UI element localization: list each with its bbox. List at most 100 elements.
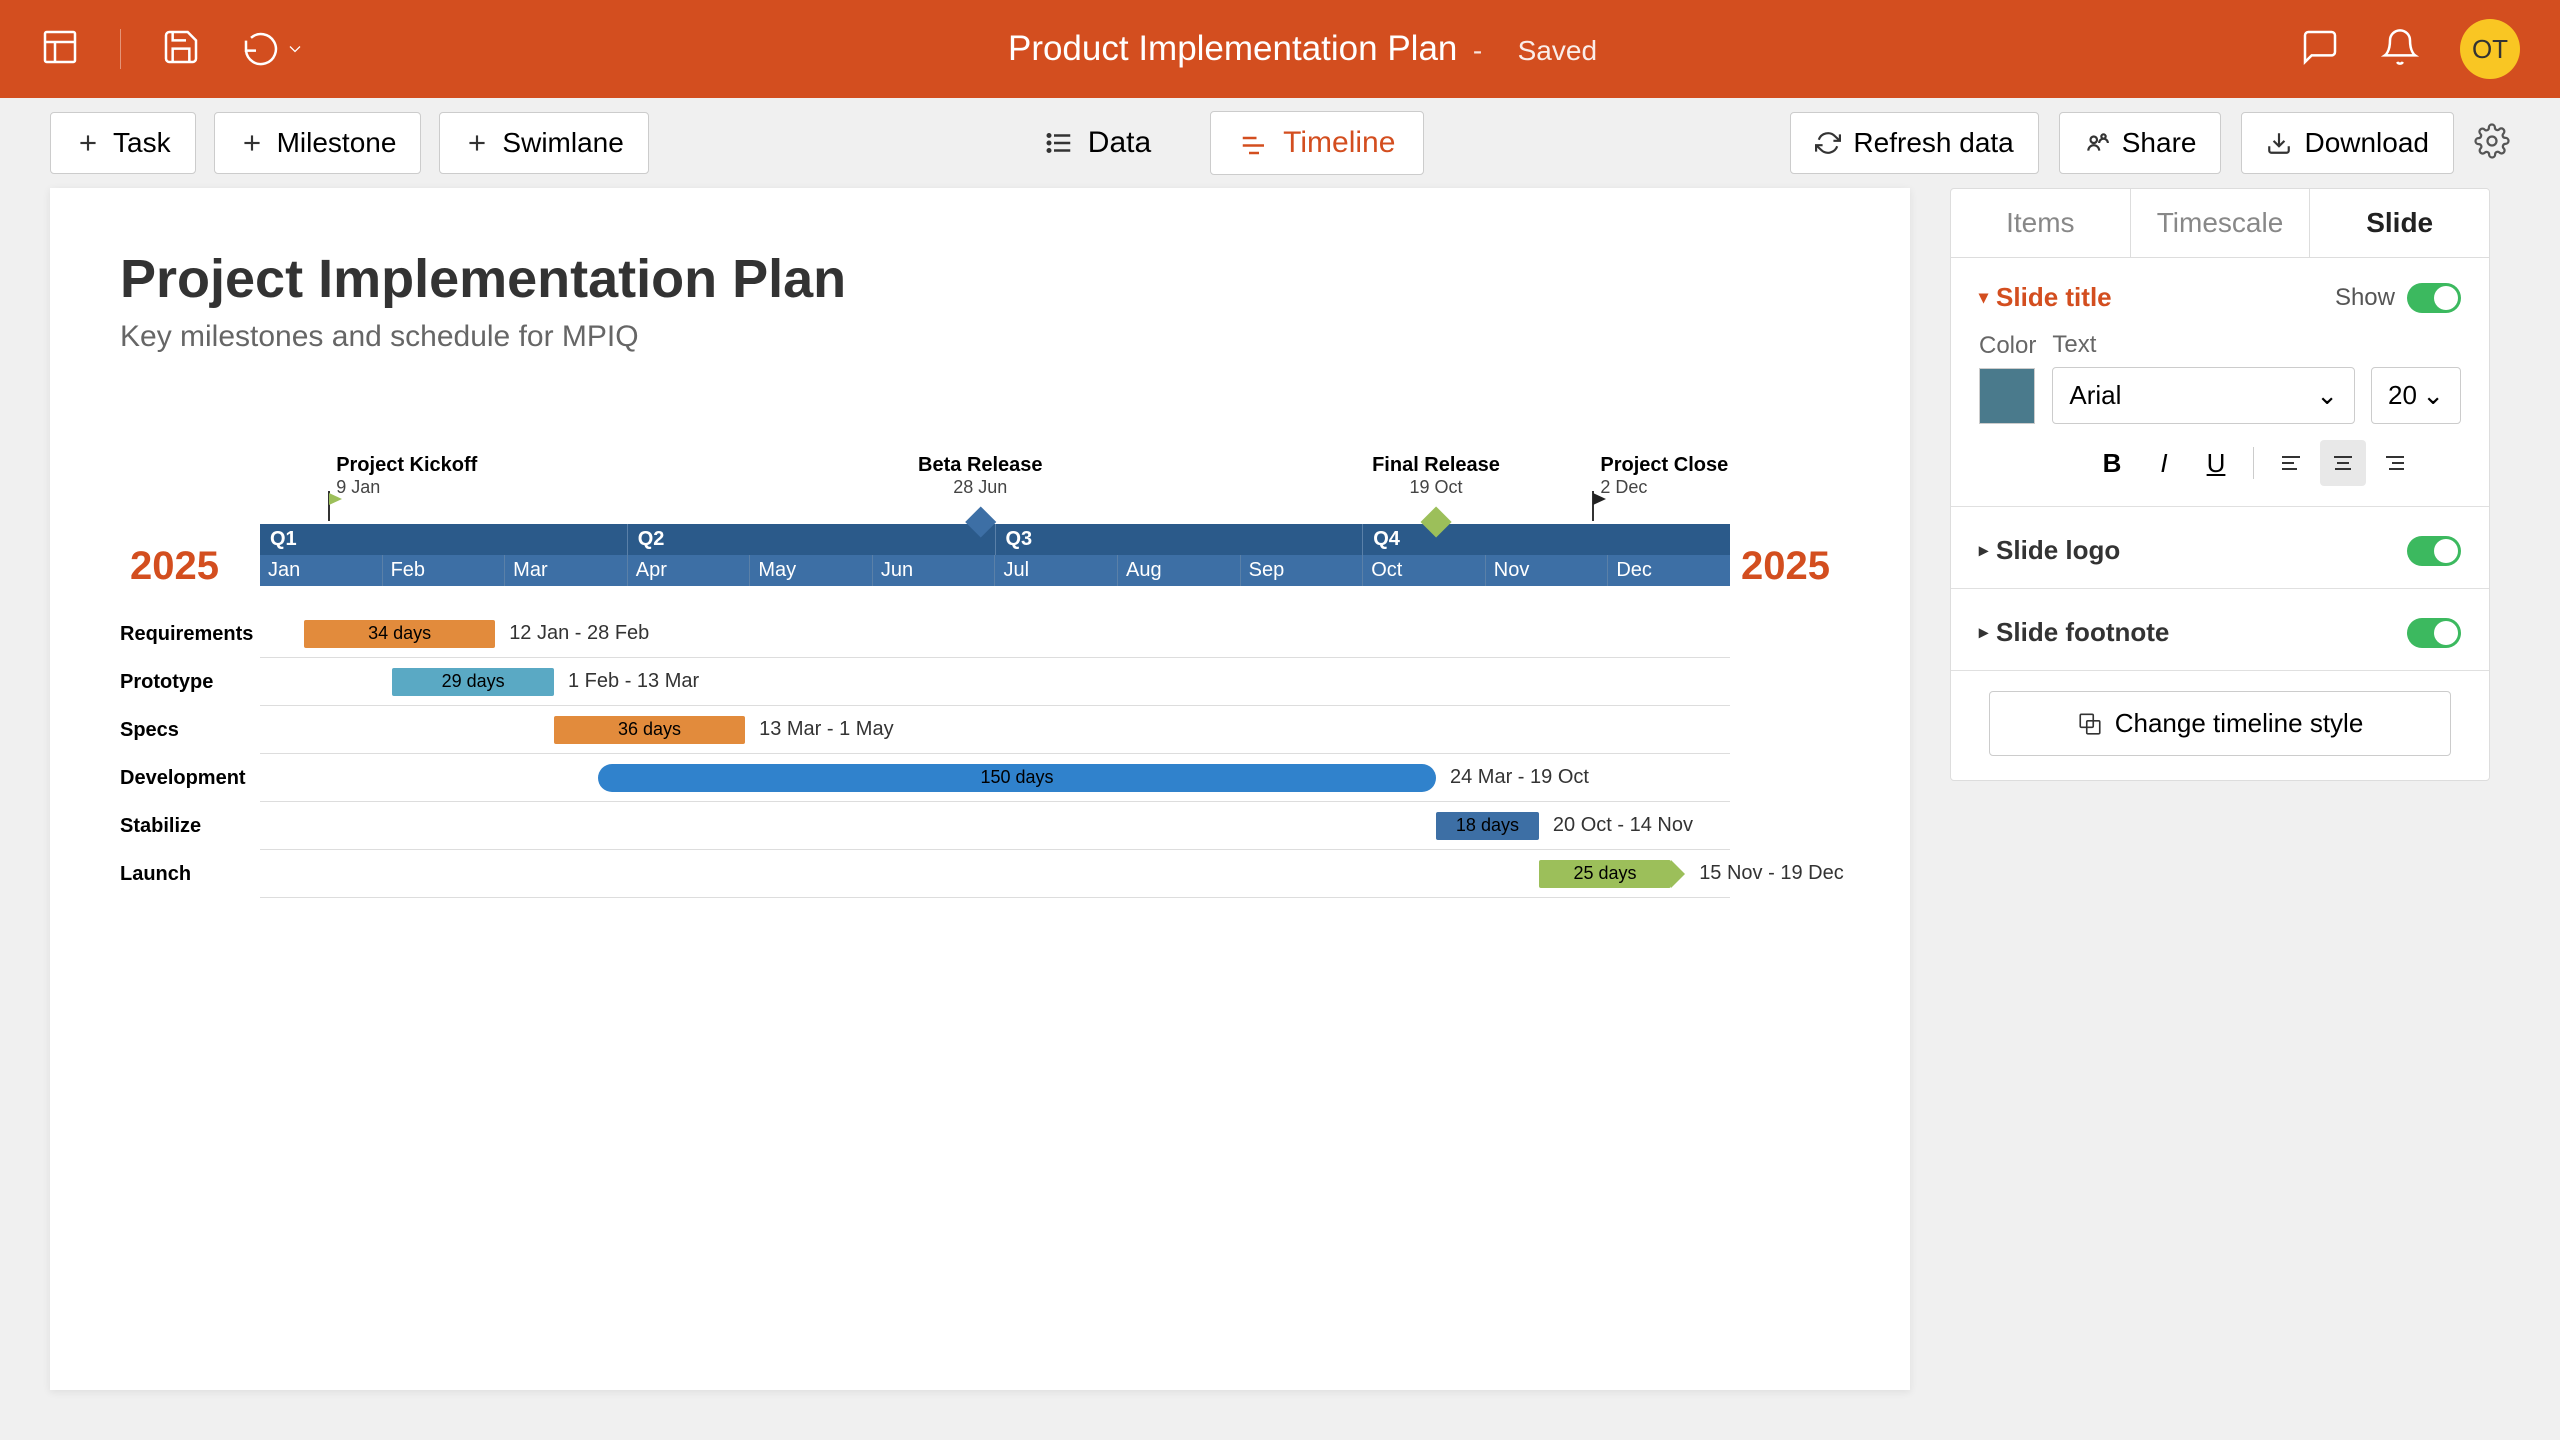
flag-icon <box>326 491 346 526</box>
section-slide-title[interactable]: Slide title <box>1979 282 2112 313</box>
month-cell: May <box>749 555 872 586</box>
month-cell: Sep <box>1240 555 1363 586</box>
save-icon[interactable] <box>161 27 201 72</box>
font-value: Arial <box>2069 380 2121 411</box>
bell-icon[interactable] <box>2380 27 2420 72</box>
flag-icon <box>1590 491 1610 526</box>
tab-items[interactable]: Items <box>1951 189 2131 257</box>
task-bar[interactable]: 25 days <box>1539 860 1671 888</box>
task-name: Requirements <box>120 623 260 646</box>
download-button[interactable]: Download <box>2241 112 2454 174</box>
milestone[interactable]: Project Kickoff9 Jan <box>336 454 477 498</box>
task-label: Task <box>113 127 171 159</box>
task-bar[interactable]: 29 days <box>392 668 554 696</box>
task-row[interactable]: Launch 25 days .task-bar.arrow-end::afte… <box>120 850 1840 898</box>
task-dates: 12 Jan - 28 Feb <box>509 622 649 645</box>
task-dates: 13 Mar - 1 May <box>759 718 893 741</box>
add-milestone-button[interactable]: Milestone <box>214 112 422 174</box>
underline-button[interactable]: U <box>2193 440 2239 486</box>
section-slide-footnote[interactable]: Slide footnote <box>1979 617 2169 648</box>
avatar-initials: OT <box>2472 34 2508 65</box>
font-select[interactable]: Arial ⌄ <box>2052 367 2355 424</box>
refresh-data-button[interactable]: Refresh data <box>1790 112 2038 174</box>
align-right-button[interactable] <box>2372 440 2418 486</box>
milestone-date: 28 Jun <box>918 477 1043 498</box>
chevron-down-icon: ⌄ <box>2316 380 2338 411</box>
task-name: Stabilize <box>120 815 260 838</box>
task-name: Specs <box>120 719 260 742</box>
month-cell: Feb <box>382 555 505 586</box>
save-status: Saved <box>1518 35 1597 66</box>
layout-icon[interactable] <box>40 27 80 72</box>
title-color-swatch[interactable] <box>1979 368 2035 424</box>
year-left: 2025 <box>130 544 219 589</box>
document-title: Product Implementation Plan <box>1008 29 1457 68</box>
section-slide-logo[interactable]: Slide logo <box>1979 535 2120 566</box>
data-label: Data <box>1088 126 1151 160</box>
slide-title: Project Implementation Plan <box>120 248 1840 310</box>
share-label: Share <box>2122 127 2197 159</box>
undo-icon[interactable] <box>241 29 305 69</box>
task-name: Development <box>120 767 260 790</box>
color-label: Color <box>1979 332 2036 360</box>
divider <box>120 29 121 69</box>
month-cell: Dec <box>1607 555 1730 586</box>
milestone[interactable]: Beta Release28 Jun <box>918 454 1043 498</box>
tab-slide[interactable]: Slide <box>2310 189 2489 257</box>
timeline-view-button[interactable]: Timeline <box>1210 111 1424 175</box>
tab-timescale[interactable]: Timescale <box>2131 189 2311 257</box>
add-swimlane-button[interactable]: Swimlane <box>439 112 648 174</box>
align-left-button[interactable] <box>2268 440 2314 486</box>
text-label: Text <box>2052 331 2355 359</box>
milestone[interactable]: Final Release19 Oct <box>1372 454 1500 498</box>
download-label: Download <box>2304 127 2429 159</box>
milestone-name: Project Close <box>1600 454 1728 477</box>
show-label: Show <box>2335 284 2395 312</box>
change-timeline-style-button[interactable]: Change timeline style <box>1989 691 2451 756</box>
milestone-name: Beta Release <box>918 454 1043 477</box>
avatar[interactable]: OT <box>2460 19 2520 79</box>
task-dates: 20 Oct - 14 Nov <box>1553 814 1693 837</box>
quarter-cell: Q3 <box>995 524 1363 555</box>
milestone-date: 9 Jan <box>336 477 477 498</box>
align-center-button[interactable] <box>2320 440 2366 486</box>
toggle-slide-logo[interactable] <box>2407 536 2461 566</box>
right-panel: Items Timescale Slide Slide title Show C… <box>1950 188 2490 781</box>
swimlane-label: Swimlane <box>502 127 623 159</box>
task-bar[interactable]: 18 days <box>1436 812 1539 840</box>
task-row[interactable]: Prototype 29 days 1 Feb - 13 Mar <box>120 658 1840 706</box>
bold-button[interactable]: B <box>2089 440 2135 486</box>
milestone[interactable]: Project Close2 Dec <box>1600 454 1728 498</box>
task-row[interactable]: Requirements 34 days 12 Jan - 28 Feb <box>120 610 1840 658</box>
task-row[interactable]: Stabilize 18 days 20 Oct - 14 Nov <box>120 802 1840 850</box>
task-bar[interactable]: 36 days <box>554 716 745 744</box>
settings-icon[interactable] <box>2474 123 2510 164</box>
task-bar[interactable]: 150 days <box>598 764 1436 792</box>
toggle-slide-footnote[interactable] <box>2407 618 2461 648</box>
font-size-value: 20 <box>2388 380 2417 411</box>
comment-icon[interactable] <box>2300 27 2340 72</box>
data-view-button[interactable]: Data <box>1015 111 1180 175</box>
add-task-button[interactable]: Task <box>50 112 196 174</box>
italic-button[interactable]: I <box>2141 440 2187 486</box>
task-row[interactable]: Specs 36 days 13 Mar - 1 May <box>120 706 1840 754</box>
task-dates: 1 Feb - 13 Mar <box>568 670 699 693</box>
slide-subtitle: Key milestones and schedule for MPIQ <box>120 320 1840 354</box>
month-cell: Jan <box>260 555 382 586</box>
toggle-slide-title[interactable] <box>2407 283 2461 313</box>
share-button[interactable]: Share <box>2059 112 2222 174</box>
task-dates: 15 Nov - 19 Dec <box>1699 862 1844 885</box>
month-cell: Nov <box>1485 555 1608 586</box>
month-cell: Jul <box>994 555 1117 586</box>
font-size-select[interactable]: 20⌄ <box>2371 367 2461 424</box>
quarter-cell: Q1 <box>260 524 627 555</box>
slide-canvas[interactable]: Project Implementation Plan Key mileston… <box>50 188 1910 1390</box>
task-bar[interactable]: 34 days <box>304 620 495 648</box>
month-cell: Apr <box>627 555 750 586</box>
milestone-name: Project Kickoff <box>336 454 477 477</box>
chevron-down-icon: ⌄ <box>2422 380 2444 411</box>
milestone-date: 19 Oct <box>1372 477 1500 498</box>
task-row[interactable]: Development 150 days 24 Mar - 19 Oct <box>120 754 1840 802</box>
change-style-label: Change timeline style <box>2115 708 2364 739</box>
quarter-cell: Q4 <box>1362 524 1730 555</box>
